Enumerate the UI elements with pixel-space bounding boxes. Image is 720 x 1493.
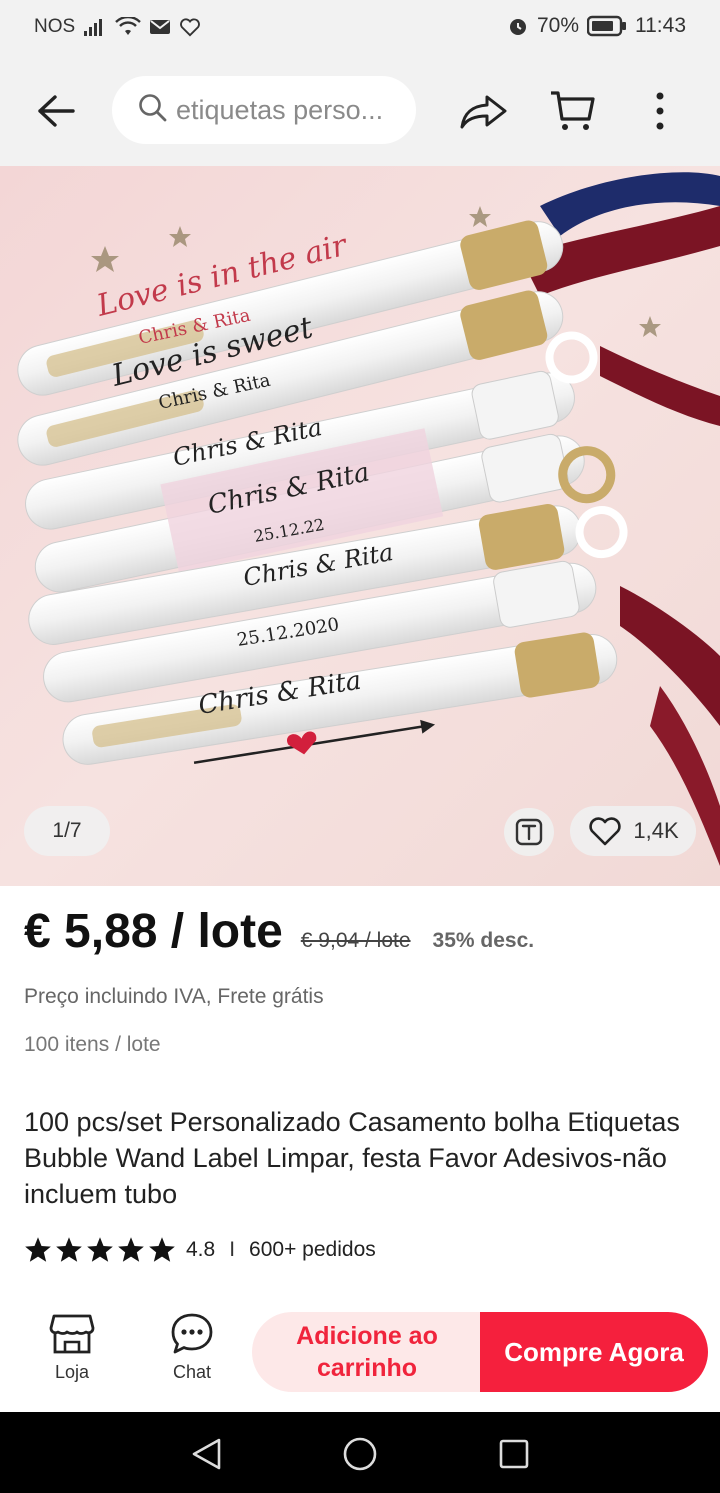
buy-now-button[interactable]: Compre Agora — [480, 1312, 708, 1392]
orders-count: 600+ pedidos — [249, 1237, 376, 1261]
add-to-cart-button[interactable]: Adicione ao carrinho — [252, 1312, 482, 1392]
shop-button[interactable]: Loja — [36, 1312, 108, 1396]
search-bar[interactable] — [112, 76, 416, 144]
star-rating — [24, 1236, 176, 1263]
carrier-label: NOS — [34, 16, 76, 37]
system-home-button[interactable] — [340, 1434, 380, 1474]
signal-icon — [83, 17, 107, 37]
product-title[interactable]: 100 pcs/set Personalizado Casamento bolh… — [24, 1104, 704, 1212]
search-input[interactable] — [176, 94, 406, 126]
battery-icon — [587, 15, 627, 37]
chat-icon — [171, 1313, 213, 1354]
discount-badge: 35% desc. — [432, 929, 535, 952]
clock: 11:43 — [635, 14, 686, 37]
top-nav — [0, 56, 720, 166]
battery-percent: 70% — [536, 14, 579, 37]
alarm-icon — [507, 15, 529, 37]
likes-count: 1,4K — [633, 818, 679, 843]
triangle-back-icon — [192, 1438, 221, 1470]
cart-icon — [551, 91, 595, 130]
price-row: € 5,88 / lote € 9,04 / lote 35% desc. — [24, 904, 534, 959]
shop-label: Loja — [54, 1362, 90, 1382]
status-bar: NOS 70% 11:43 — [0, 0, 720, 56]
share-button[interactable] — [456, 86, 512, 136]
translate-icon — [515, 818, 543, 846]
star-icon — [149, 1237, 175, 1262]
original-price: € 9,04 / lote — [300, 929, 411, 952]
lot-size: 100 itens / lote — [24, 1033, 161, 1056]
store-icon — [49, 1314, 95, 1354]
wishlist-button[interactable]: 1,4K — [570, 806, 696, 856]
system-recents-button[interactable] — [494, 1434, 534, 1474]
star-icon — [118, 1237, 144, 1262]
product-photo: Love is in the air Chris & Rita Love is … — [0, 166, 720, 886]
heart-notification-icon — [179, 17, 201, 37]
circle-home-icon — [343, 1437, 377, 1471]
rating-separator: I — [229, 1237, 236, 1261]
image-counter: 1/7 — [24, 806, 110, 856]
heart-icon — [589, 817, 622, 846]
more-options-button[interactable] — [640, 84, 680, 138]
section-divider — [0, 1076, 720, 1090]
tax-shipping-note: Preço incluindo IVA, Frete grátis — [24, 985, 324, 1008]
system-back-button[interactable] — [186, 1434, 226, 1474]
product-image-gallery[interactable]: Love is in the air Chris & Rita Love is … — [0, 166, 720, 886]
star-icon — [25, 1237, 51, 1262]
share-icon — [460, 95, 507, 129]
cart-button[interactable] — [544, 84, 600, 138]
rating-row[interactable]: 4.8 I 600+ pedidos — [24, 1236, 376, 1263]
star-icon — [87, 1237, 113, 1262]
search-icon — [138, 93, 168, 128]
more-vertical-icon — [656, 92, 664, 130]
current-price: € 5,88 / lote — [24, 905, 283, 958]
chat-button[interactable]: Chat — [156, 1312, 228, 1396]
rating-value: 4.8 — [186, 1237, 216, 1261]
translate-button[interactable] — [504, 808, 554, 856]
wifi-icon — [115, 17, 142, 37]
system-nav-bar — [0, 1412, 720, 1493]
chat-label: Chat — [172, 1362, 212, 1382]
bottom-action-bar: Loja Chat Adicione ao carrinho Compre Ag… — [0, 1296, 720, 1412]
back-arrow-icon — [38, 95, 75, 127]
star-icon — [56, 1237, 82, 1262]
back-button[interactable] — [30, 86, 80, 136]
square-recents-icon — [499, 1439, 529, 1469]
mail-icon — [149, 18, 171, 36]
